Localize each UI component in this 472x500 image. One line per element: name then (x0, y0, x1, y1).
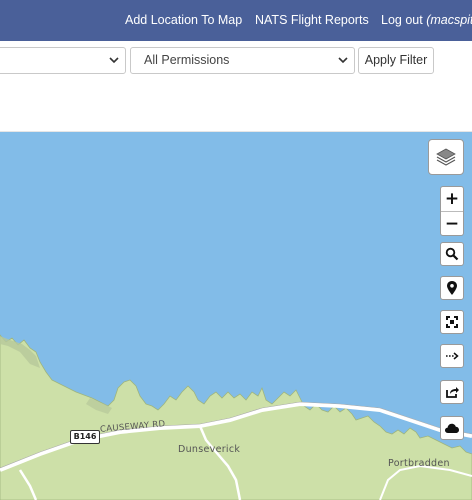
apply-filter-button[interactable]: Apply Filter (358, 47, 434, 74)
weather-button[interactable] (440, 416, 464, 440)
nats-flight-reports-link[interactable]: NATS Flight Reports (255, 13, 369, 27)
locate-button[interactable] (440, 276, 464, 300)
layers-button[interactable] (428, 139, 464, 175)
map-view[interactable]: B146 CAUSEWAY RD Dunseverick Portbradden (0, 132, 472, 500)
place-label-dunseverick: Dunseverick (178, 444, 241, 455)
permissions-select[interactable]: All Permissions (130, 47, 355, 74)
share-button[interactable] (440, 380, 464, 404)
fullscreen-button[interactable] (440, 310, 464, 334)
first-filter-select[interactable] (0, 47, 126, 74)
top-navbar: Add Location To Map NATS Flight Reports … (0, 0, 472, 41)
chevron-down-icon (338, 57, 348, 64)
measure-arrow-icon (446, 352, 459, 360)
search-icon (445, 247, 459, 261)
zoom-in-button[interactable]: + (441, 187, 463, 211)
measure-button[interactable] (440, 344, 464, 368)
permissions-select-value: All Permissions (144, 53, 230, 67)
search-button[interactable] (440, 242, 464, 266)
share-icon (445, 387, 459, 398)
logout-label: Log out (381, 13, 427, 27)
logout-username: (macspite) (426, 13, 472, 27)
logout-link[interactable]: Log out (macspite) (381, 13, 472, 27)
zoom-control: + − (440, 186, 464, 236)
chevron-down-icon (109, 57, 119, 64)
add-location-link[interactable]: Add Location To Map (125, 13, 242, 27)
place-label-portbradden: Portbradden (388, 458, 450, 469)
layers-icon (436, 148, 456, 166)
cloud-icon (445, 423, 459, 433)
zoom-out-button[interactable]: − (441, 212, 463, 236)
fullscreen-icon (446, 316, 458, 328)
road-number-shield: B146 (70, 430, 100, 444)
location-pin-icon (447, 281, 457, 295)
